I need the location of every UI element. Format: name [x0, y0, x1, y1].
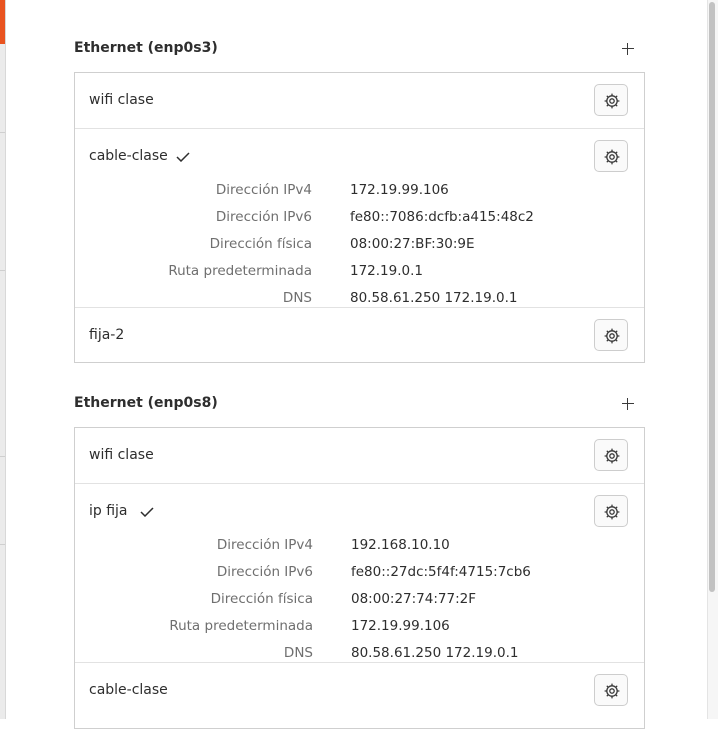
detail-value-mac: 08:00:27:BF:30:9E [350, 236, 475, 252]
connection-list-enp0s8: wifi clase ip fija Dirección IPv4 192.16… [74, 427, 645, 729]
connection-row[interactable]: wifi clase [75, 428, 644, 483]
connection-settings-button[interactable] [594, 84, 628, 116]
add-connection-button[interactable] [618, 394, 638, 414]
background-divider [0, 270, 5, 271]
detail-label-ipv4: Dirección IPv4 [215, 182, 312, 198]
detail-label-mac: Dirección física [209, 236, 312, 252]
scrollbar-thumb[interactable] [709, 2, 715, 592]
gear-icon [604, 683, 620, 699]
connection-list-enp0s3: wifi clase cable-clase Dirección IPv4 17… [74, 72, 645, 363]
detail-value-mac: 08:00:27:74:77:2F [351, 591, 476, 607]
detail-label-dns: DNS [282, 290, 312, 306]
detail-value-ipv6: fe80::7086:dcfb:a415:48c2 [350, 209, 534, 225]
detail-value-ipv6: fe80::27dc:5f4f:4715:7cb6 [351, 564, 531, 580]
connection-settings-button[interactable] [594, 319, 628, 351]
connection-name: wifi clase [89, 447, 154, 463]
gear-icon [604, 448, 620, 464]
detail-value-ipv4: 172.19.99.106 [350, 182, 449, 198]
detail-value-dns: 80.58.61.250 172.19.0.1 [351, 645, 519, 661]
background-sidebar-strip [0, 0, 6, 719]
check-icon [176, 152, 190, 162]
detail-label-ipv6: Dirección IPv6 [215, 209, 312, 225]
connection-name: fija-2 [89, 327, 125, 343]
connection-name: ip fija [89, 503, 128, 519]
connection-row[interactable]: wifi clase [75, 73, 644, 128]
connection-name: cable-clase [89, 682, 168, 698]
detail-value-ipv4: 192.168.10.10 [351, 537, 450, 553]
detail-label-mac: Dirección física [210, 591, 313, 607]
section-title-enp0s8: Ethernet (enp0s8) [74, 395, 218, 411]
section-title-enp0s3: Ethernet (enp0s3) [74, 40, 218, 56]
detail-label-ipv4: Dirección IPv4 [216, 537, 313, 553]
detail-label-ipv6: Dirección IPv6 [216, 564, 313, 580]
gear-icon [604, 93, 620, 109]
connection-row[interactable]: cable-clase [75, 662, 644, 723]
background-divider [0, 544, 5, 545]
connection-name: wifi clase [89, 92, 154, 108]
gear-icon [604, 504, 620, 520]
detail-label-dns: DNS [283, 645, 313, 661]
background-divider [0, 132, 5, 133]
connection-settings-button[interactable] [594, 495, 628, 527]
connection-settings-button[interactable] [594, 439, 628, 471]
connection-settings-button[interactable] [594, 140, 628, 172]
connection-row[interactable]: fija-2 [75, 307, 644, 363]
gear-icon [604, 149, 620, 165]
gear-icon [604, 328, 620, 344]
add-connection-button[interactable] [618, 39, 638, 59]
detail-label-gateway: Ruta predeterminada [168, 263, 312, 279]
detail-value-gateway: 172.19.0.1 [350, 263, 423, 279]
connection-row-active[interactable]: ip fija Dirección IPv4 192.168.10.10 Dir… [75, 483, 644, 663]
background-selected-accent [0, 0, 5, 44]
detail-value-gateway: 172.19.99.106 [351, 618, 450, 634]
connection-settings-button[interactable] [594, 674, 628, 706]
connection-row-active[interactable]: cable-clase Dirección IPv4 172.19.99.106… [75, 128, 644, 308]
detail-value-dns: 80.58.61.250 172.19.0.1 [350, 290, 518, 306]
background-divider [0, 456, 5, 457]
detail-label-gateway: Ruta predeterminada [169, 618, 313, 634]
check-icon [140, 507, 154, 517]
connection-name: cable-clase [89, 148, 168, 164]
